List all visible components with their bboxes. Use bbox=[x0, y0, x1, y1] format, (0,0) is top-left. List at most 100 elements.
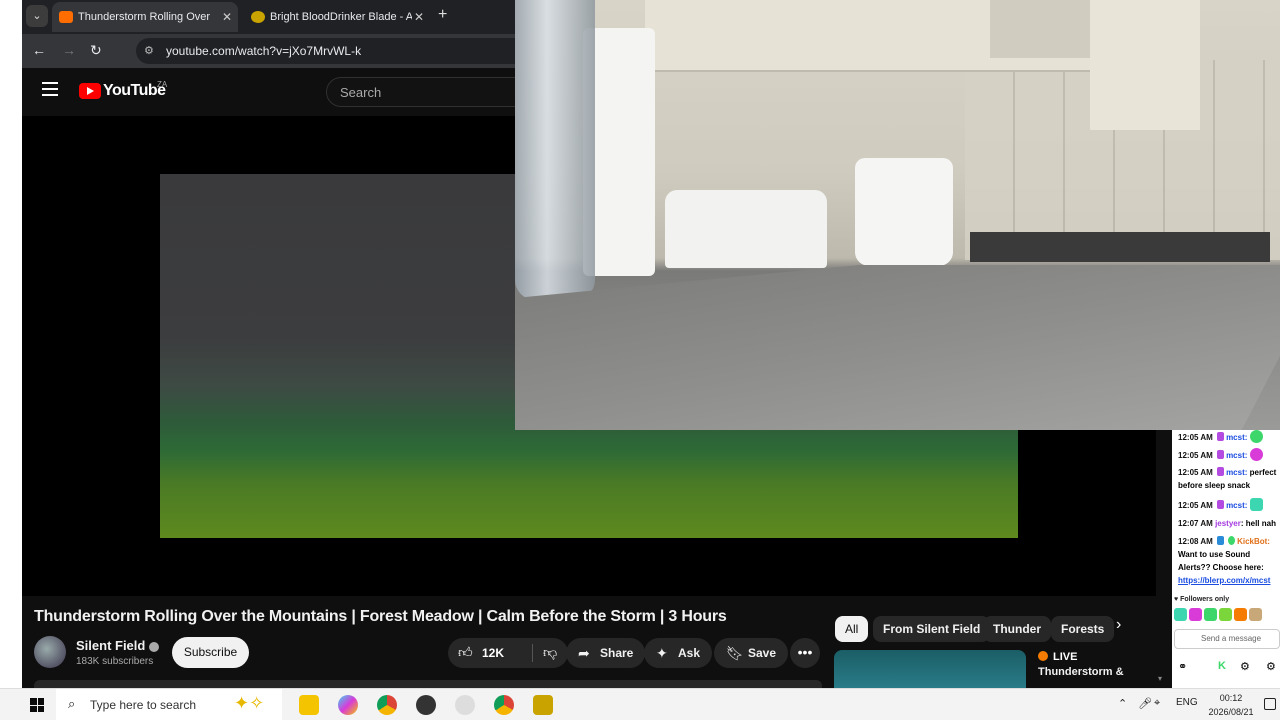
tab-aq[interactable]: Bright BloodDrinker Blade - AQ ✕ bbox=[244, 2, 430, 32]
chat-message: 12:05 AM mcst: bbox=[1178, 430, 1280, 444]
site-info-icon[interactable]: ⚙ bbox=[144, 44, 154, 57]
save-button[interactable]: 🔖︎ Save bbox=[714, 638, 789, 668]
aq-favicon-icon bbox=[251, 11, 265, 23]
taskbar-search-placeholder: Type here to search bbox=[90, 698, 197, 712]
region-code: ZA bbox=[157, 80, 168, 89]
chat-time: 12:05 AM bbox=[1178, 468, 1213, 477]
taskbar-search[interactable]: ⌕ Type here to search ✦✧ bbox=[56, 689, 282, 720]
gear-icon[interactable]: ⚙ bbox=[1240, 660, 1250, 673]
video-title: Thunderstorm Rolling Over the Mountains … bbox=[34, 608, 727, 625]
chip-from-channel[interactable]: From Silent Field bbox=[873, 616, 991, 642]
close-tab-icon[interactable]: ✕ bbox=[222, 2, 232, 32]
chat-link[interactable]: https://blerp.com/x/mcst bbox=[1178, 576, 1270, 585]
chevron-down-icon[interactable]: ▾ bbox=[1158, 674, 1162, 683]
sparkle-icon: ✦✧ bbox=[234, 693, 265, 713]
channel-name[interactable]: Silent Field bbox=[76, 638, 160, 653]
chat-user[interactable]: jestyer bbox=[1215, 519, 1241, 528]
youtube-favicon-icon bbox=[59, 11, 73, 23]
game-icon[interactable] bbox=[533, 695, 553, 715]
copilot-icon[interactable] bbox=[338, 695, 358, 715]
chip-all[interactable]: All bbox=[835, 616, 869, 642]
more-actions-button[interactable]: ••• bbox=[790, 638, 820, 668]
chat-user[interactable]: KickBot: bbox=[1237, 537, 1270, 546]
obs-icon[interactable] bbox=[416, 695, 436, 715]
taskbar: ⌕ Type here to search ✦✧ ⌃ 🎤︎ ⌖ ENG 00:1… bbox=[0, 688, 1280, 720]
back-icon[interactable]: ← bbox=[32, 42, 46, 58]
chat-time: 12:05 AM bbox=[1178, 451, 1213, 460]
network-icon[interactable]: ⌖ bbox=[1154, 697, 1160, 710]
share-label: Share bbox=[600, 646, 634, 660]
youtube-logo-icon[interactable] bbox=[79, 83, 101, 99]
clock-time: 00:12 bbox=[1219, 693, 1243, 703]
chip-thunder[interactable]: Thunder bbox=[983, 616, 1051, 642]
emote-icon[interactable] bbox=[1204, 608, 1217, 621]
channel-avatar[interactable] bbox=[34, 636, 66, 668]
search-icon: ⌕ bbox=[68, 696, 76, 711]
chat-message: 12:08 AM KickBot: Want to use Sound Aler… bbox=[1178, 535, 1280, 587]
stove-top bbox=[970, 232, 1270, 262]
chat-time: 12:07 AM bbox=[1178, 519, 1213, 528]
chat-time: 12:05 AM bbox=[1178, 433, 1213, 442]
loop-icon[interactable]: ⚭ bbox=[1178, 660, 1187, 673]
share-button[interactable]: ➦ Share bbox=[566, 638, 646, 668]
badge-icon bbox=[1217, 450, 1225, 459]
recommended-title[interactable]: Thunderstorm & bbox=[1038, 666, 1124, 678]
emote-icon[interactable] bbox=[1234, 608, 1247, 621]
like-icon[interactable]: 👍︎ bbox=[458, 644, 473, 661]
emote-icon bbox=[1249, 448, 1263, 461]
bookmark-icon: 🔖︎ bbox=[726, 645, 744, 661]
microphone-icon[interactable]: 🎤︎ bbox=[1138, 697, 1152, 710]
forward-icon[interactable]: → bbox=[62, 42, 76, 58]
dislike-icon[interactable]: 👎︎ bbox=[543, 644, 557, 661]
chat-user[interactable]: mcst: bbox=[1226, 468, 1247, 477]
chrome-profile-icon[interactable] bbox=[494, 695, 514, 715]
chat-user[interactable]: mcst: bbox=[1226, 451, 1247, 460]
language-indicator[interactable]: ENG bbox=[1176, 697, 1198, 708]
chat-gutter bbox=[1156, 430, 1172, 688]
reload-icon[interactable]: ↻ bbox=[90, 42, 102, 59]
bot-badge-icon bbox=[1217, 536, 1225, 545]
tab-youtube[interactable]: Thunderstorm Rolling Over ✕ bbox=[52, 2, 238, 32]
snipping-icon[interactable] bbox=[455, 695, 475, 715]
water-bottle bbox=[515, 0, 595, 300]
clock[interactable]: 00:12 2026/08/21 bbox=[1206, 691, 1256, 719]
menu-icon[interactable] bbox=[42, 82, 58, 96]
recommended-thumbnail[interactable] bbox=[834, 650, 1026, 690]
subscribe-button[interactable]: Subscribe bbox=[172, 637, 249, 668]
chat-input[interactable]: Send a message bbox=[1174, 629, 1280, 649]
new-tab-icon[interactable]: + bbox=[438, 6, 447, 24]
emote-icon[interactable] bbox=[1219, 608, 1232, 621]
desktop: ⌄ Thunderstorm Rolling Over ✕ Bright Blo… bbox=[0, 0, 1280, 720]
settings-icon[interactable]: ⚙ bbox=[1266, 660, 1276, 673]
tray-chevron-icon[interactable]: ⌃ bbox=[1118, 697, 1127, 710]
live-label: LIVE bbox=[1053, 651, 1078, 663]
tab-search-button[interactable]: ⌄ bbox=[26, 5, 48, 27]
notification-icon[interactable] bbox=[1264, 698, 1276, 710]
chat-input-placeholder: Send a message bbox=[1201, 634, 1262, 643]
chip-forests[interactable]: Forests bbox=[1051, 616, 1115, 642]
windows-start-icon[interactable] bbox=[30, 698, 44, 712]
like-count[interactable]: 12K bbox=[482, 646, 504, 660]
chevron-right-icon[interactable]: › bbox=[1116, 616, 1121, 634]
chat-user[interactable]: mcst: bbox=[1226, 433, 1247, 442]
close-tab-icon[interactable]: ✕ bbox=[412, 2, 425, 32]
description-box[interactable] bbox=[34, 680, 822, 688]
kick-icon[interactable]: K bbox=[1218, 660, 1226, 672]
tab-title: Bright BloodDrinker Blade - AQ bbox=[270, 11, 422, 23]
badge-icon bbox=[1217, 500, 1225, 509]
save-label: Save bbox=[748, 646, 777, 660]
tab-title: Thunderstorm Rolling Over bbox=[78, 11, 211, 23]
chat-message: 12:07 AM jestyer: hell nah bbox=[1178, 517, 1280, 530]
emote-icon[interactable] bbox=[1249, 608, 1262, 621]
chat-message: 12:05 AM mcst: bbox=[1178, 448, 1280, 462]
file-explorer-icon[interactable] bbox=[299, 695, 319, 715]
chrome-icon[interactable] bbox=[377, 695, 397, 715]
emote-icon bbox=[1249, 430, 1263, 443]
ask-button[interactable]: ✦ Ask bbox=[644, 638, 713, 668]
chat-user[interactable]: mcst: bbox=[1226, 501, 1247, 510]
chat-text: Want to use Sound Alerts?? Choose here: bbox=[1178, 550, 1264, 572]
emote-icon[interactable] bbox=[1174, 608, 1187, 621]
followers-only-text: Followers only bbox=[1180, 596, 1230, 603]
chat-time: 12:08 AM bbox=[1178, 537, 1213, 546]
emote-icon[interactable] bbox=[1189, 608, 1202, 621]
